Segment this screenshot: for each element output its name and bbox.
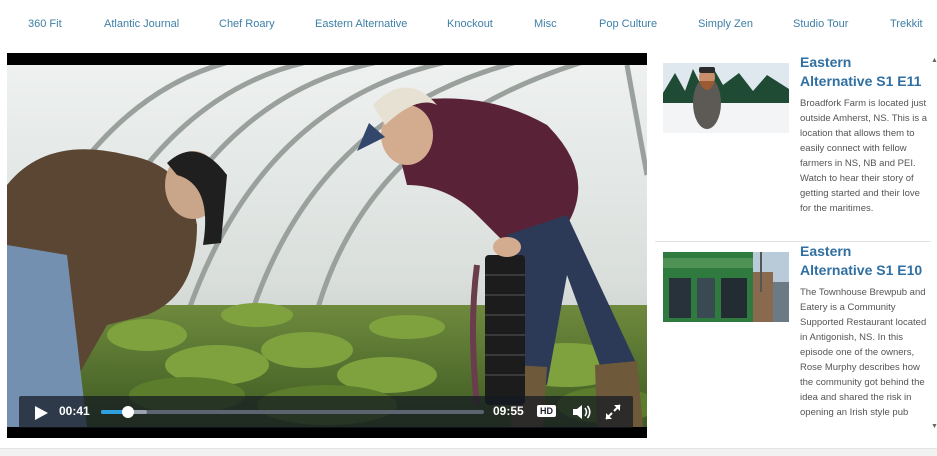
nav-item-chef-roary[interactable]: Chef Roary: [219, 18, 275, 30]
nav-item-pop-culture[interactable]: Pop Culture: [599, 18, 657, 30]
nav-item-studio-tour[interactable]: Studio Tour: [793, 18, 848, 30]
nav-item-eastern-alternative[interactable]: Eastern Alternative: [315, 18, 407, 30]
nav-item-atlantic-journal[interactable]: Atlantic Journal: [104, 18, 179, 30]
nav-item-knockout[interactable]: Knockout: [447, 18, 493, 30]
nav-item-360-fit[interactable]: 360 Fit: [28, 18, 62, 30]
hd-toggle[interactable]: HD: [537, 405, 556, 417]
seek-handle[interactable]: [121, 406, 134, 418]
play-icon[interactable]: [33, 405, 49, 421]
episode-list: Eastern Alternative S1 E11 Broadfork Far…: [655, 53, 937, 438]
fullscreen-icon[interactable]: [605, 404, 621, 420]
seek-bar[interactable]: [101, 406, 484, 418]
episode-item[interactable]: Eastern Alternative S1 E11 Broadfork Far…: [655, 53, 931, 241]
scroll-up-icon[interactable]: ▲: [931, 57, 937, 64]
nav-item-misc[interactable]: Misc: [534, 18, 557, 30]
page-footer-edge: [0, 448, 937, 456]
episode-title[interactable]: Eastern Alternative S1 E10: [800, 242, 925, 280]
volume-icon[interactable]: [572, 404, 592, 420]
episode-thumbnail[interactable]: [663, 252, 789, 322]
scroll-down-icon[interactable]: ▼: [931, 423, 937, 430]
top-nav: 360 Fit Atlantic Journal Chef Roary East…: [0, 0, 937, 50]
episode-item[interactable]: Eastern Alternative S1 E10 The Townhouse…: [655, 242, 931, 438]
episode-description: The Townhouse Brewpub and Eatery is a Co…: [800, 287, 927, 418]
episode-description: Broadfork Farm is located just outside A…: [800, 98, 928, 214]
nav-item-trekkit[interactable]: Trekkit: [890, 18, 923, 30]
episode-thumbnail[interactable]: [663, 63, 789, 133]
video-player[interactable]: 00:41 09:55 HD: [7, 53, 647, 438]
episode-title[interactable]: Eastern Alternative S1 E11: [800, 53, 925, 91]
player-controls: 00:41 09:55 HD: [19, 396, 633, 428]
video-frame[interactable]: [7, 65, 647, 427]
current-time: 00:41: [59, 404, 90, 418]
nav-item-simply-zen[interactable]: Simply Zen: [698, 18, 753, 30]
video-duration: 09:55: [493, 404, 524, 418]
